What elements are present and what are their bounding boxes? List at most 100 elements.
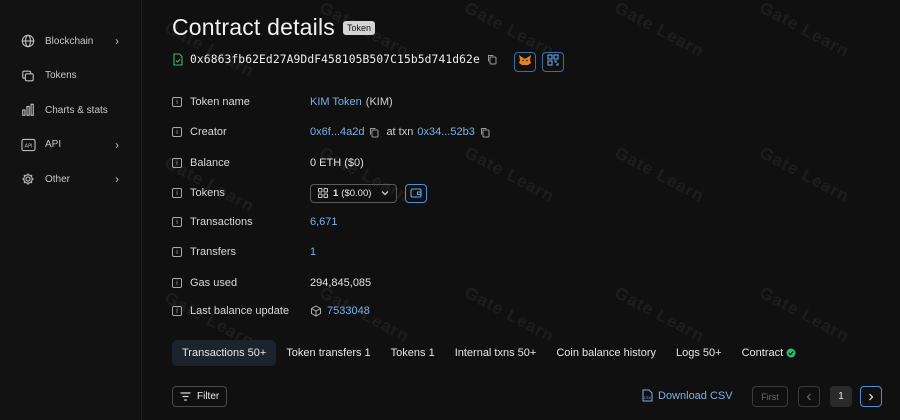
current-page-number: 1	[838, 391, 844, 402]
tab-contract[interactable]: Contract	[732, 340, 807, 366]
tokens-usd: ($0.00)	[341, 187, 372, 199]
first-page-label: First	[761, 391, 779, 402]
token-symbol: (KIM)	[365, 96, 393, 108]
tab-label: Token transfers 1	[286, 347, 371, 359]
detail-label: Creator	[190, 126, 227, 138]
filter-label: Filter	[197, 391, 220, 402]
chevron-right-icon	[868, 393, 874, 401]
detail-label: Transactions	[190, 216, 253, 228]
gear-icon	[20, 171, 36, 187]
tab-label: Transactions 50+	[182, 347, 267, 359]
detail-row-token-name: i Token name KIM Token (KIM)	[172, 93, 393, 111]
chevron-right-icon: ›	[115, 172, 119, 187]
info-icon[interactable]: i	[172, 278, 182, 288]
tab-token-transfers[interactable]: Token transfers 1	[276, 340, 380, 366]
tab-label: Logs 50+	[676, 347, 722, 359]
tab-label: Tokens 1	[390, 347, 435, 359]
info-icon[interactable]: i	[172, 188, 182, 198]
sidebar-item-label: Tokens	[45, 70, 77, 82]
csv-file-icon: CSV	[642, 389, 653, 402]
tab-logs[interactable]: Logs 50+	[666, 340, 732, 366]
info-icon[interactable]: i	[172, 97, 182, 107]
tab-internal-txns[interactable]: Internal txns 50+	[445, 340, 547, 366]
table-toolbar: Filter CSV Download CSV First 1	[172, 386, 900, 408]
tab-coin-balance-history[interactable]: Coin balance history	[546, 340, 666, 366]
detail-label: Last balance update	[190, 305, 290, 317]
sidebar-item-label: Blockchain	[45, 35, 94, 47]
tab-tokens[interactable]: Tokens 1	[381, 340, 445, 366]
sidebar-item-blockchain[interactable]: Blockchain ›	[0, 24, 141, 59]
detail-row-balance: i Balance 0 ETH ($0)	[172, 154, 364, 172]
token-badge: Token	[343, 20, 376, 35]
detail-label: Gas used	[190, 277, 238, 289]
info-icon[interactable]: i	[172, 127, 182, 137]
copy-icon[interactable]	[486, 54, 498, 66]
globe-icon	[20, 33, 36, 49]
detail-label: Transfers	[190, 246, 237, 258]
info-icon[interactable]: i	[172, 158, 182, 168]
sidebar-item-label: Charts & stats	[45, 104, 108, 116]
block-number-link[interactable]: 7533048	[327, 305, 370, 317]
token-name-link[interactable]: KIM Token	[310, 96, 362, 108]
detail-row-last-balance-update: i Last balance update 7533048	[172, 302, 370, 320]
filter-button[interactable]: Filter	[172, 386, 228, 407]
download-csv-label: Download CSV	[658, 389, 733, 402]
tab-label: Internal txns 50+	[454, 347, 537, 359]
tab-label: Contract	[741, 347, 784, 359]
copy-icon[interactable]	[479, 126, 491, 138]
sidebar-item-charts-stats[interactable]: Charts & stats	[0, 93, 141, 128]
first-page-button[interactable]: First	[752, 386, 788, 407]
detail-row-creator: i Creator 0x6f...4a2d at txn 0x34...52b3	[172, 123, 491, 141]
chevron-left-icon	[806, 393, 812, 401]
transfers-count-link[interactable]: 1	[310, 246, 316, 258]
wallet-icon	[410, 188, 422, 198]
detail-label: Tokens	[190, 187, 225, 199]
download-csv-link[interactable]: CSV Download CSV	[642, 389, 733, 402]
at-txn-text: at txn	[386, 126, 414, 138]
contract-address-row: 0x6863fb62Ed27A9DdF458105B507C15b5d741d6…	[172, 53, 572, 66]
tab-transactions[interactable]: Transactions 50+	[172, 340, 277, 366]
api-icon: API	[20, 137, 36, 153]
detail-label: Balance	[190, 157, 230, 169]
contract-file-icon	[172, 53, 184, 66]
page-title: Contract details	[172, 14, 335, 40]
verified-check-icon	[786, 348, 796, 358]
contract-address: 0x6863fb62Ed27A9DdF458105B507C15b5d741d6…	[190, 53, 480, 66]
info-icon[interactable]: i	[172, 306, 182, 316]
detail-row-transactions: i Transactions 6,671	[172, 213, 338, 231]
creator-address-link[interactable]: 0x6f...4a2d	[310, 126, 364, 138]
chevron-right-icon: ›	[115, 137, 119, 152]
sidebar: Blockchain › Tokens Charts & stats API A…	[0, 0, 142, 420]
svg-text:API: API	[24, 143, 33, 149]
tokens-count: 1	[333, 187, 339, 199]
info-icon[interactable]: i	[172, 247, 182, 257]
detail-row-gas-used: i Gas used 294,845,085	[172, 274, 371, 292]
tab-bar: Transactions 50+ Token transfers 1 Token…	[172, 340, 806, 366]
next-page-button[interactable]	[860, 386, 882, 407]
sidebar-item-tokens[interactable]: Tokens	[0, 59, 141, 94]
sidebar-item-api[interactable]: API API ›	[0, 128, 141, 163]
copy-icon[interactable]	[368, 126, 380, 138]
sidebar-item-other[interactable]: Other ›	[0, 162, 141, 197]
creation-txn-link[interactable]: 0x34...52b3	[417, 126, 475, 138]
block-icon	[310, 305, 322, 317]
current-page[interactable]: 1	[830, 386, 852, 407]
tokens-icon	[20, 68, 36, 84]
bar-chart-icon	[20, 102, 36, 118]
tokens-dropdown[interactable]: 1 ($0.00)	[310, 183, 398, 203]
grid-icon	[318, 188, 328, 198]
prev-page-button[interactable]	[798, 386, 820, 407]
tab-label: Coin balance history	[556, 347, 656, 359]
qr-code-icon	[547, 53, 559, 71]
wallet-button[interactable]	[405, 183, 428, 203]
gas-used-value: 294,845,085	[310, 277, 372, 289]
transactions-count-link[interactable]: 6,671	[310, 216, 338, 228]
main-content: Contract details Token 0x6863fb62Ed27A9D…	[172, 0, 900, 420]
chevron-right-icon: ›	[115, 34, 119, 49]
filter-icon	[180, 392, 191, 401]
detail-row-tokens: i Tokens 1 ($0.00)	[172, 183, 428, 203]
qr-code-button[interactable]	[542, 52, 564, 72]
metamask-button[interactable]	[514, 52, 536, 72]
detail-row-transfers: i Transfers 1	[172, 243, 316, 261]
info-icon[interactable]: i	[172, 217, 182, 227]
